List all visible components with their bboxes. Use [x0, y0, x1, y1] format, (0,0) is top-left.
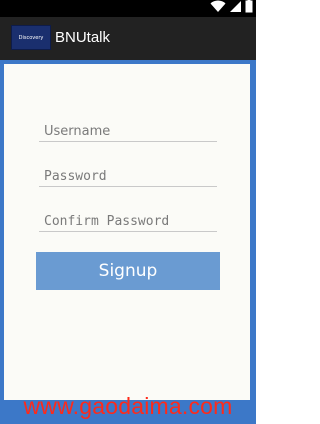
app-logo: Discovery	[11, 25, 51, 50]
signup-screen: Discovery BNUtalk Signup www.gaodaima.co…	[0, 0, 256, 424]
app-title: BNUtalk	[55, 29, 111, 46]
password-field[interactable]	[39, 167, 217, 187]
wifi-icon	[210, 0, 226, 18]
content-frame: Signup	[0, 60, 256, 424]
app-bar: Discovery BNUtalk	[0, 17, 256, 60]
watermark: www.gaodaima.com	[23, 393, 233, 419]
username-field[interactable]	[39, 122, 217, 142]
signup-button[interactable]: Signup	[36, 252, 220, 290]
status-icons	[210, 0, 253, 18]
status-bar	[0, 0, 256, 17]
signup-form: Signup	[4, 64, 250, 400]
battery-icon	[245, 0, 253, 18]
confirm-password-field[interactable]	[39, 212, 217, 232]
cell-signal-icon	[229, 0, 242, 18]
app-logo-text: Discovery	[18, 34, 44, 41]
